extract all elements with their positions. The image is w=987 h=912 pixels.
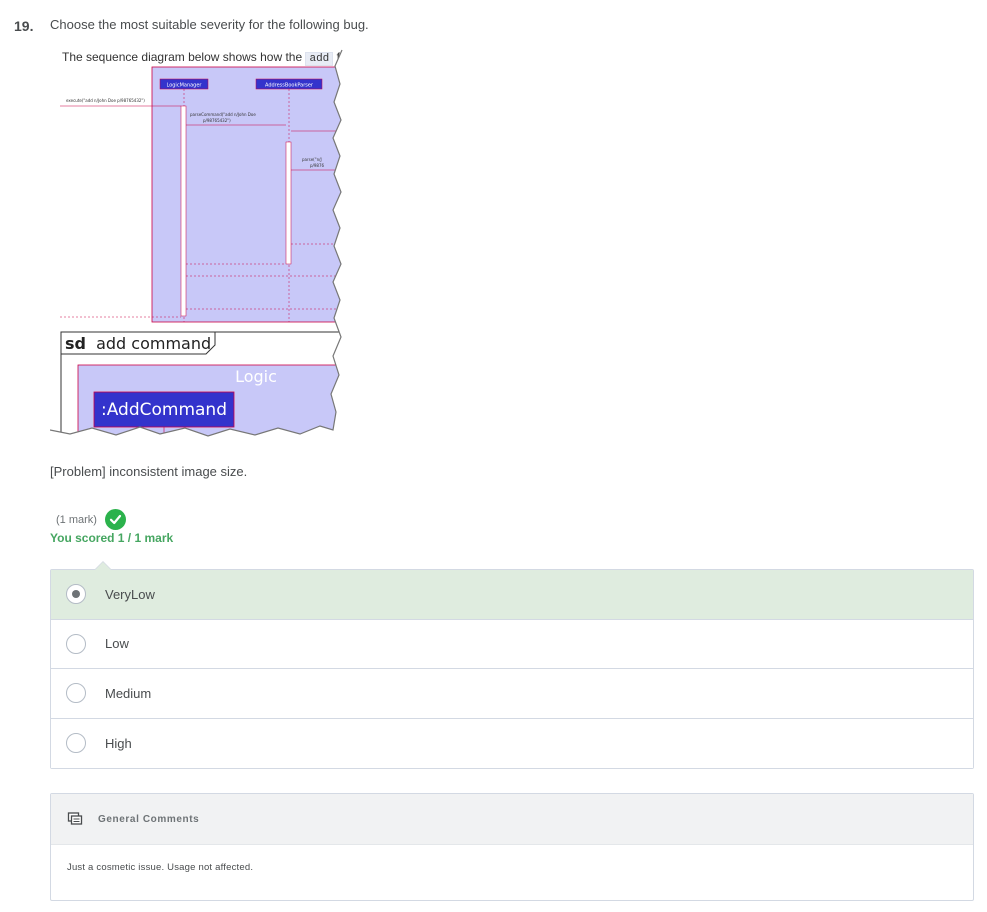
frame-label: sd add command bbox=[65, 334, 211, 353]
mark-row: (1 mark) bbox=[56, 509, 126, 530]
comments-header: General Comments bbox=[51, 794, 973, 845]
question-number: 19. bbox=[14, 18, 34, 34]
call-parse-label-2: p/9876 bbox=[310, 163, 325, 168]
radio-button[interactable] bbox=[66, 584, 86, 605]
question-text: Choose the most suitable severity for th… bbox=[50, 17, 369, 32]
problem-description: [Problem] inconsistent image size. bbox=[50, 464, 248, 479]
addcommand-box-label: :AddCommand bbox=[101, 400, 227, 420]
option-low[interactable]: Low bbox=[51, 619, 973, 669]
image-intro-text: The sequence diagram below shows how the… bbox=[62, 50, 347, 66]
lifeline-addressbookparser-label: AddressBookParser bbox=[265, 83, 314, 89]
option-verylow[interactable]: VeryLow bbox=[51, 570, 973, 620]
option-medium[interactable]: Medium bbox=[51, 669, 973, 719]
comments-title: General Comments bbox=[98, 813, 200, 825]
option-high[interactable]: High bbox=[51, 718, 973, 768]
option-label: High bbox=[105, 735, 132, 751]
call-parse-label-1: parse("n/J bbox=[302, 157, 322, 162]
radio-button[interactable] bbox=[66, 633, 86, 654]
radio-button[interactable] bbox=[66, 683, 86, 704]
logic-box-label: Logic bbox=[235, 367, 277, 386]
general-comments-panel: General Comments Just a cosmetic issue. … bbox=[50, 793, 974, 901]
comments-icon bbox=[67, 812, 83, 825]
sequence-diagram-small: LogicManager AddressBookParser execute("… bbox=[60, 66, 353, 323]
option-label: Medium bbox=[105, 685, 152, 701]
mark-label: (1 mark) bbox=[56, 513, 97, 526]
score-text: You scored 1 / 1 mark bbox=[50, 531, 174, 545]
radio-button[interactable] bbox=[66, 733, 86, 754]
option-label: VeryLow bbox=[105, 586, 155, 602]
call-execute-label: execute("add n/John Doe p/98765432") bbox=[66, 98, 145, 103]
answer-options: VeryLow Low Medium High bbox=[50, 569, 974, 769]
lifeline-logicmanager-label: LogicManager bbox=[167, 83, 203, 89]
bug-screenshot-image: The sequence diagram below shows how the… bbox=[50, 42, 353, 455]
call-parsecommand-label-1: parseCommand("add n/John Doe bbox=[190, 112, 256, 117]
feedback-caret-inner bbox=[95, 562, 111, 570]
sequence-diagram-zoomed: sd add command Logic :AddCommand bbox=[60, 331, 353, 455]
call-parsecommand-label-2: p/98765432") bbox=[203, 118, 231, 123]
correct-check-icon bbox=[104, 509, 126, 530]
option-label: Low bbox=[105, 636, 129, 652]
comments-body: Just a cosmetic issue. Usage not affecte… bbox=[67, 862, 254, 873]
